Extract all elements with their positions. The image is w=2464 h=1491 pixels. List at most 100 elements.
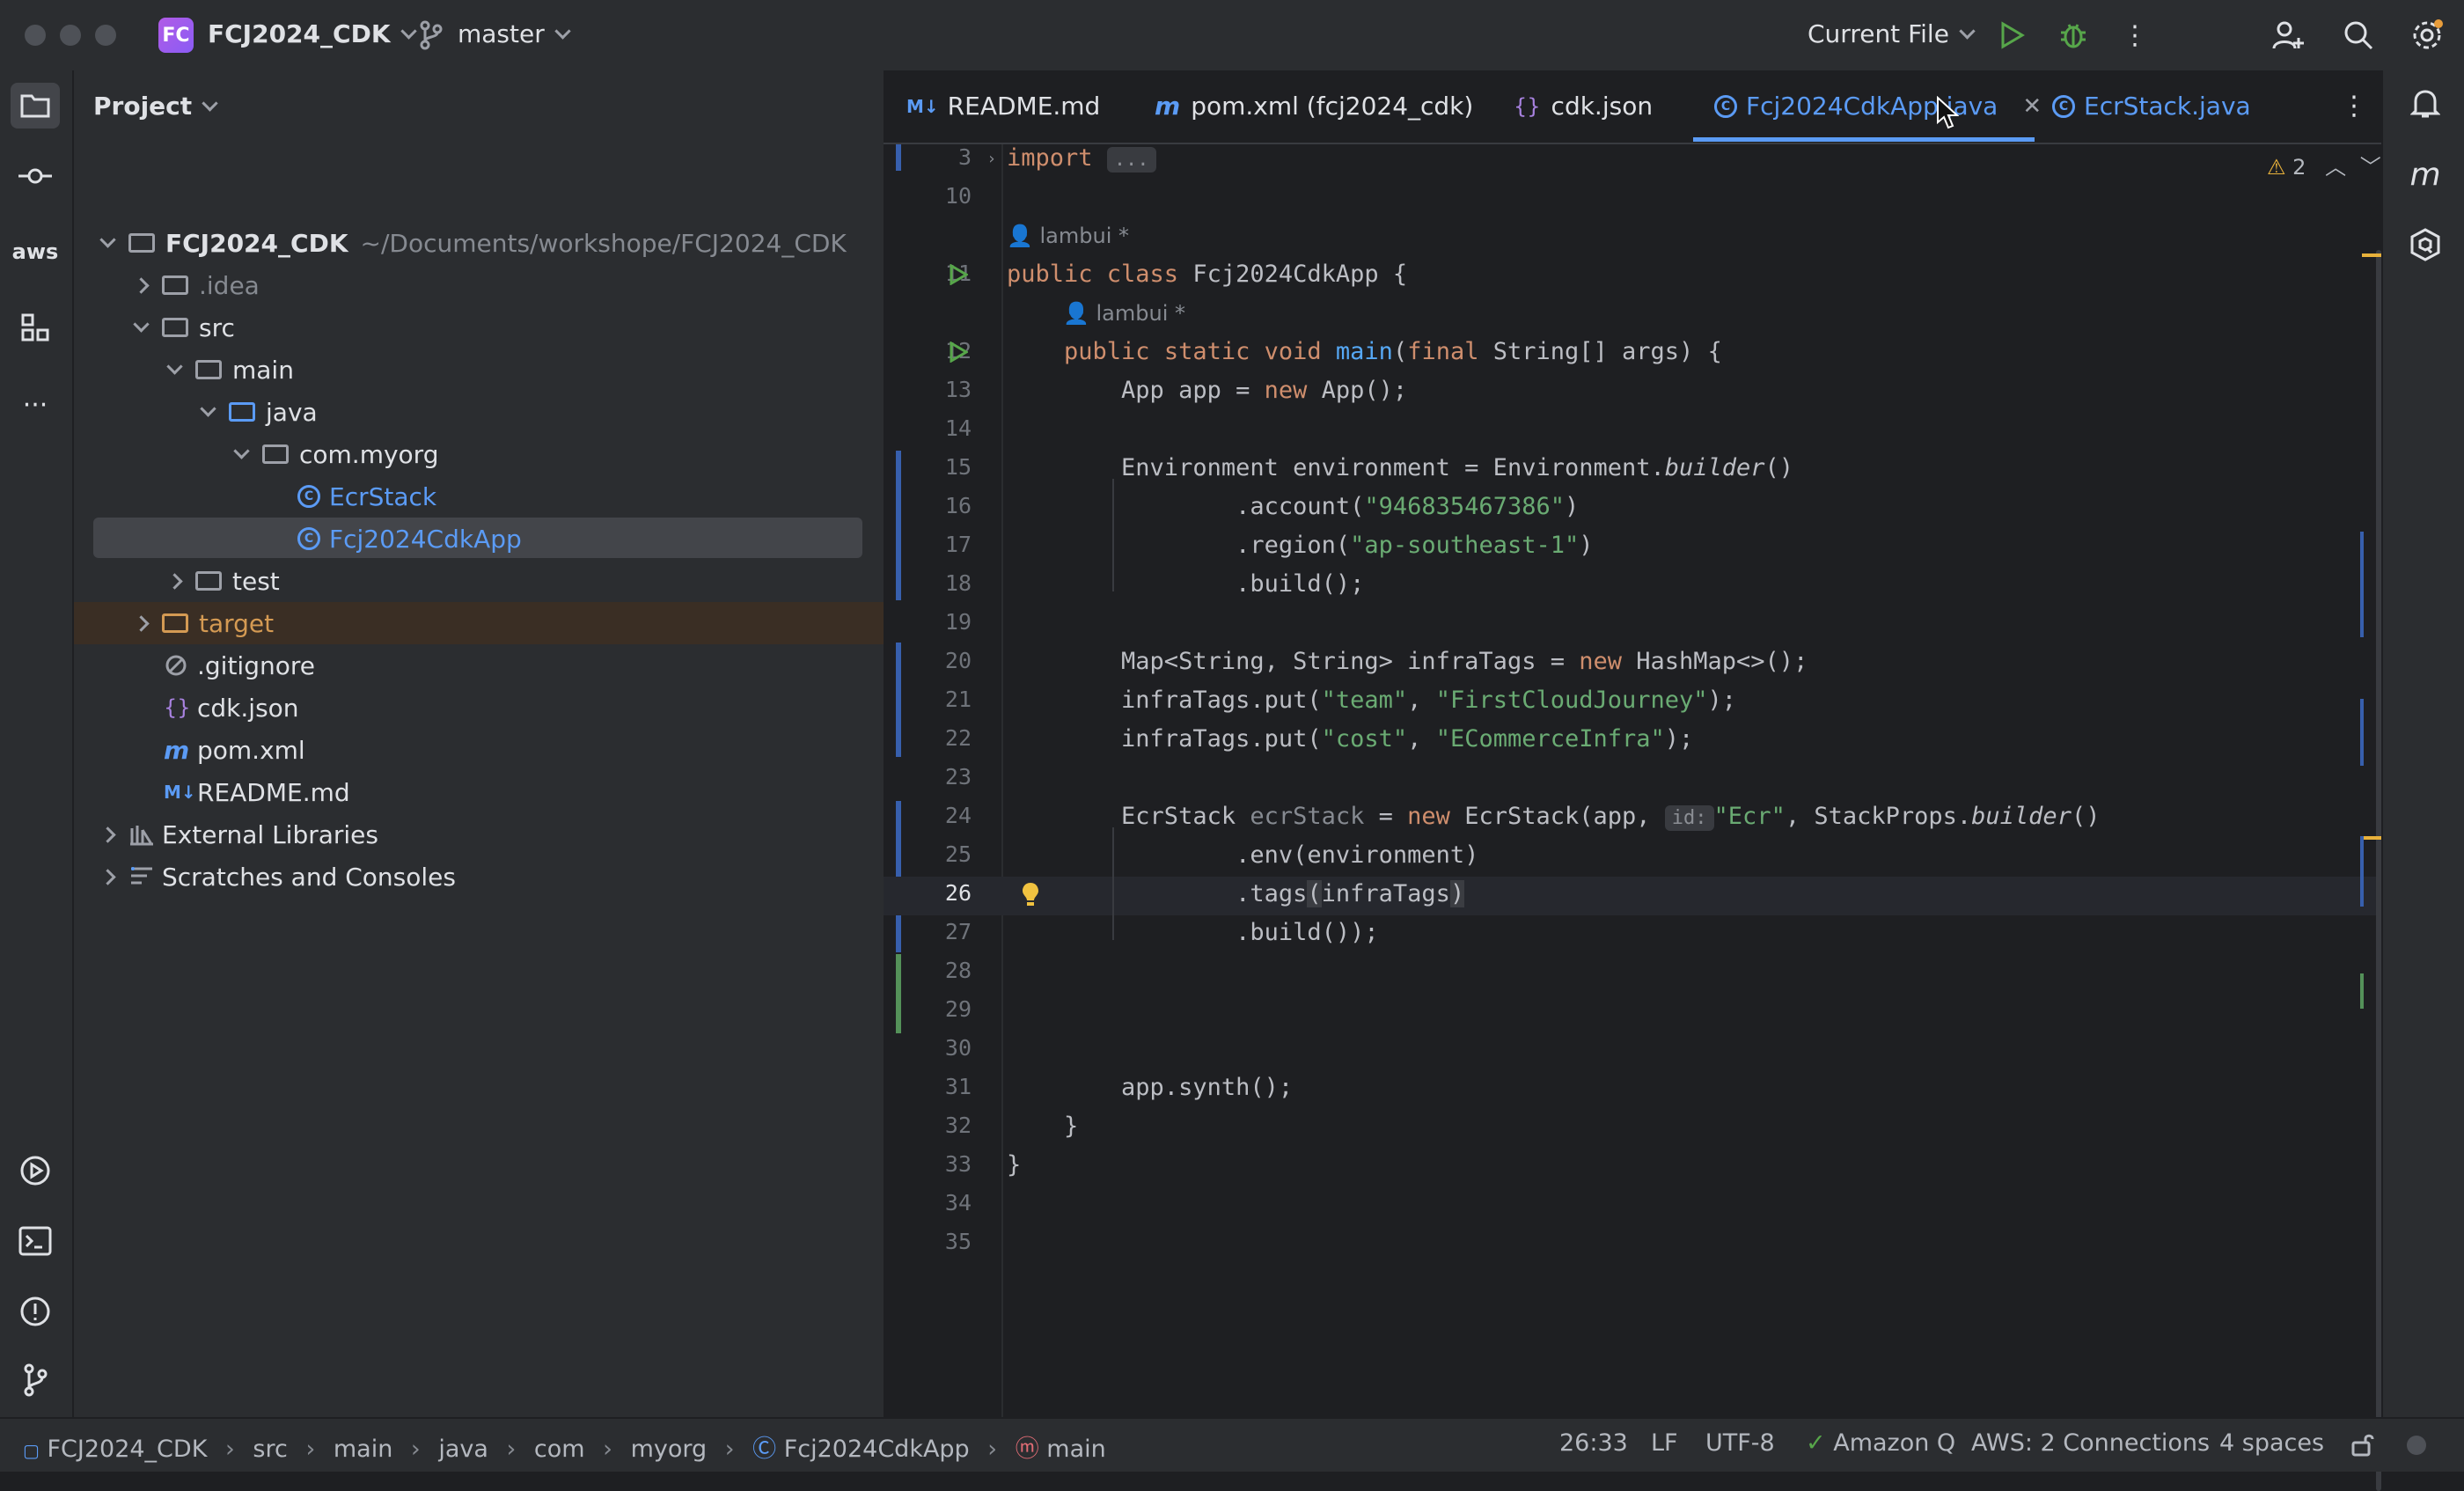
- more-actions-icon[interactable]: ⋮: [2119, 19, 2151, 51]
- breadcrumb-separator: ›: [410, 1436, 421, 1463]
- tab-pom[interactable]: m pom.xml (fcj2024_cdk): [1155, 92, 1473, 121]
- class-icon: C: [2052, 94, 2075, 118]
- file-encoding[interactable]: UTF-8: [1705, 1429, 1775, 1457]
- tree-label: .gitignore: [197, 650, 315, 680]
- tree-row-cdkjson[interactable]: {} cdk.json: [74, 687, 973, 729]
- method-icon: ⓜ: [1015, 1436, 1039, 1463]
- caret-position[interactable]: 26:33: [1559, 1429, 1628, 1457]
- module-folder-icon: [128, 233, 155, 253]
- add-user-icon[interactable]: [2270, 18, 2306, 53]
- tree-row-java[interactable]: java: [74, 391, 1008, 433]
- next-highlight-icon[interactable]: ﹀: [2360, 155, 2381, 180]
- code-line: .region("ap-southeast-1"): [1007, 532, 1594, 559]
- code-line: Map<String, String> infraTags = new Hash…: [1007, 648, 1808, 675]
- unlock-icon[interactable]: [2350, 1431, 2376, 1458]
- package-icon: [262, 444, 289, 464]
- breadcrumb-item[interactable]: src: [253, 1436, 287, 1463]
- zoom-window-button[interactable]: [95, 25, 116, 46]
- inspection-widget[interactable]: ⚠ 2 ︿ ﹀: [2267, 150, 2381, 180]
- aws-toolkit-icon[interactable]: aws: [11, 234, 60, 269]
- author-hint: 👤 lambui *: [1063, 301, 1186, 326]
- debug-icon[interactable]: [2057, 19, 2089, 51]
- tree-row-test[interactable]: test: [74, 560, 975, 602]
- breadcrumb-item[interactable]: FCJ2024_CDK: [48, 1436, 208, 1463]
- chevron-down-icon: [1959, 23, 1976, 40]
- tree-label: EcrStack: [329, 481, 437, 511]
- breadcrumb-item[interactable]: Fcj2024CdkApp: [784, 1436, 970, 1463]
- amazon-q-icon[interactable]: [2406, 225, 2445, 264]
- tab-fcj2024cdkapp[interactable]: C Fcj2024CdkApp.java ✕: [1714, 92, 2042, 121]
- breadcrumb-item[interactable]: java: [438, 1436, 488, 1463]
- indent-guide: [1112, 827, 1114, 940]
- problems-tool-icon[interactable]: [14, 1292, 56, 1331]
- chevron-right-icon: [165, 572, 183, 590]
- indent-setting[interactable]: 4 spaces: [2219, 1429, 2324, 1457]
- settings-icon[interactable]: [2409, 18, 2445, 53]
- tab-cdkjson[interactable]: {} cdk.json: [1514, 92, 1653, 121]
- line-number: 18: [944, 570, 972, 596]
- tree-row-external-libraries[interactable]: External Libraries: [74, 813, 908, 856]
- terminal-tool-icon[interactable]: [14, 1222, 56, 1260]
- notifications-icon[interactable]: [2406, 84, 2445, 123]
- run-gutter-icon[interactable]: [947, 340, 970, 364]
- line-number: 31: [944, 1074, 972, 1099]
- line-number: 28: [944, 958, 972, 983]
- breadcrumb-item[interactable]: main: [334, 1436, 392, 1463]
- close-window-button[interactable]: [25, 25, 46, 46]
- tree-row-readme[interactable]: M↓ README.md: [74, 771, 973, 813]
- fold-icon[interactable]: ›: [986, 150, 998, 168]
- tab-ecrstack[interactable]: C EcrStack.java: [2052, 92, 2251, 121]
- project-tool-icon[interactable]: [11, 83, 60, 129]
- run-icon[interactable]: [1996, 19, 2028, 51]
- minimize-window-button[interactable]: [60, 25, 81, 46]
- tree-row-scratches[interactable]: Scratches and Consoles: [74, 856, 908, 898]
- git-tool-icon[interactable]: [14, 1361, 56, 1399]
- project-switcher[interactable]: FCJ2024_CDK: [208, 19, 417, 48]
- tree-row-root[interactable]: FCJ2024_CDK ~/Documents/workshope/FCJ202…: [74, 222, 908, 264]
- run-config-selector[interactable]: Current File: [1808, 19, 1976, 48]
- chevron-down-icon: [99, 231, 116, 248]
- breadcrumb-item[interactable]: myorg: [631, 1436, 708, 1463]
- code-editor[interactable]: 3 10 11 12 13 14 15 16 17 18 19 20 21 22…: [884, 144, 2385, 1491]
- maven-tool-icon[interactable]: m: [2406, 155, 2445, 194]
- tree-label: java: [266, 397, 318, 427]
- close-tab-icon[interactable]: ✕: [2022, 93, 2042, 120]
- code-line: Environment environment = Environment.bu…: [1007, 454, 1794, 481]
- chevron-down-icon: [132, 315, 150, 333]
- project-badge[interactable]: FC: [158, 18, 194, 53]
- amazon-q-status[interactable]: ✓ Amazon Q: [1806, 1429, 1955, 1457]
- tree-row-target[interactable]: target: [74, 602, 942, 644]
- chevron-right-icon: [132, 276, 150, 294]
- services-tool-icon[interactable]: [14, 1151, 56, 1190]
- line-separator[interactable]: LF: [1651, 1429, 1678, 1457]
- status-indicator-icon[interactable]: [2404, 1433, 2429, 1458]
- line-number: 30: [944, 1035, 972, 1061]
- code-line: infraTags.put("cost", "ECommerceInfra");: [1007, 725, 1694, 753]
- tree-row-idea[interactable]: .idea: [74, 264, 942, 306]
- aws-connections[interactable]: AWS: 2 Connections: [1971, 1429, 2210, 1457]
- inlay-hint: id:: [1664, 805, 1714, 831]
- tree-row-src[interactable]: src: [74, 306, 942, 349]
- breadcrumb-item[interactable]: main: [1046, 1436, 1105, 1463]
- code-line: EcrStack ecrStack = new EcrStack(app, id…: [1007, 803, 2101, 831]
- branch-switcher[interactable]: master: [458, 19, 571, 48]
- prev-highlight-icon[interactable]: ︿: [2325, 155, 2346, 180]
- code-line: public static void main(final String[] a…: [1064, 338, 1722, 365]
- tree-row-gitignore[interactable]: .gitignore: [74, 644, 973, 687]
- search-icon[interactable]: [2341, 18, 2376, 53]
- mouse-cursor-icon: [1934, 95, 1961, 130]
- tree-row-pomxml[interactable]: m pom.xml: [74, 729, 973, 771]
- tab-readme[interactable]: M↓ README.md: [906, 92, 1100, 121]
- status-bar: ▢ FCJ2024_CDK › src › main › java › com …: [0, 1417, 2464, 1472]
- tree-row-main[interactable]: main: [74, 349, 975, 391]
- chevron-right-icon: [99, 826, 116, 843]
- chevron-down-icon: [554, 23, 571, 40]
- tab-options-icon[interactable]: ⋮: [2341, 90, 2367, 121]
- breadcrumb-item[interactable]: com: [534, 1436, 585, 1463]
- change-stripe: [2360, 532, 2364, 637]
- run-gutter-icon[interactable]: [947, 262, 970, 287]
- project-panel-header[interactable]: Project: [93, 92, 218, 121]
- structure-tool-icon[interactable]: [14, 308, 56, 347]
- more-tools-icon[interactable]: ···: [14, 387, 56, 422]
- commit-tool-icon[interactable]: [14, 158, 56, 194]
